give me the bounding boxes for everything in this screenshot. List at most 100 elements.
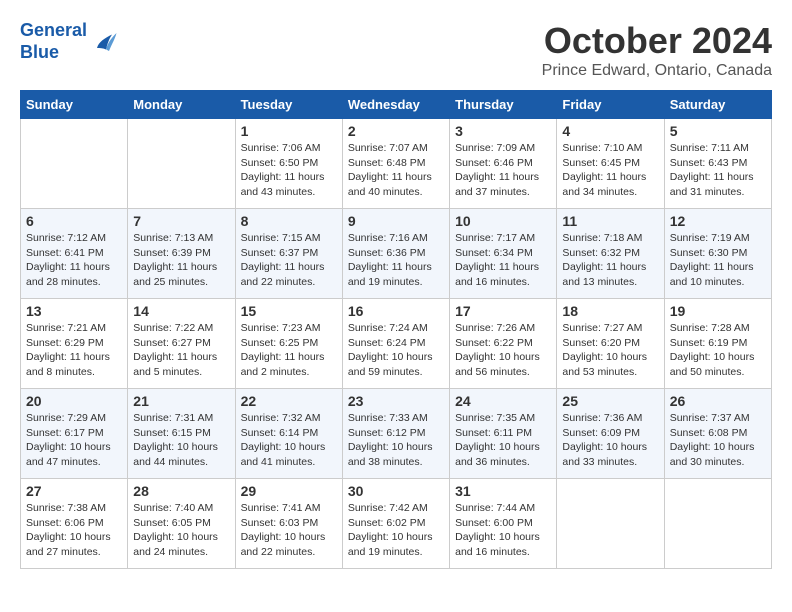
header-thursday: Thursday <box>450 91 557 119</box>
calendar-cell: 2 Sunrise: 7:07 AMSunset: 6:48 PMDaylight… <box>342 119 449 209</box>
week-row-3: 13Sunrise: 7:21 AMSunset: 6:29 PMDayligh… <box>21 299 772 389</box>
calendar-cell <box>21 119 128 209</box>
page-header: General Blue October 2024 Prince Edward,… <box>20 20 772 80</box>
day-info: Sunrise: 7:23 AMSunset: 6:25 PMDaylight:… <box>241 321 337 380</box>
calendar-cell: 17 Sunrise: 7:26 AMSunset: 6:22 PMDayligh… <box>450 299 557 389</box>
logo-text: General Blue <box>20 20 87 63</box>
calendar-cell: 22 Sunrise: 7:32 AMSunset: 6:14 PMDayligh… <box>235 389 342 479</box>
day-number: 23 <box>348 393 444 409</box>
day-number: 16 <box>348 303 444 319</box>
calendar-cell: 28Sunrise: 7:40 AMSunset: 6:05 PMDayligh… <box>128 479 235 569</box>
day-info: Sunrise: 7:06 AMSunset: 6:50 PMDaylight:… <box>241 141 337 200</box>
day-number: 13 <box>26 303 122 319</box>
day-number: 19 <box>670 303 766 319</box>
calendar-cell: 8Sunrise: 7:15 AMSunset: 6:37 PMDaylight… <box>235 209 342 299</box>
day-number: 18 <box>562 303 658 319</box>
day-number: 2 <box>348 123 444 139</box>
day-number: 14 <box>133 303 229 319</box>
calendar-cell: 30 Sunrise: 7:42 AMSunset: 6:02 PMDayligh… <box>342 479 449 569</box>
day-info: Sunrise: 7:11 AMSunset: 6:43 PMDaylight:… <box>670 141 766 200</box>
day-number: 8 <box>241 213 337 229</box>
day-number: 21 <box>133 393 229 409</box>
calendar-cell: 13Sunrise: 7:21 AMSunset: 6:29 PMDayligh… <box>21 299 128 389</box>
calendar-cell: 6Sunrise: 7:12 AMSunset: 6:41 PMDaylight… <box>21 209 128 299</box>
day-number: 20 <box>26 393 122 409</box>
header-saturday: Saturday <box>664 91 771 119</box>
day-number: 27 <box>26 483 122 499</box>
calendar-cell: 31 Sunrise: 7:44 AMSunset: 6:00 PMDayligh… <box>450 479 557 569</box>
calendar-cell: 12 Sunrise: 7:19 AMSunset: 6:30 PMDayligh… <box>664 209 771 299</box>
calendar-cell: 24Sunrise: 7:35 AMSunset: 6:11 PMDayligh… <box>450 389 557 479</box>
calendar-cell: 25 Sunrise: 7:36 AMSunset: 6:09 PMDayligh… <box>557 389 664 479</box>
day-info: Sunrise: 7:37 AMSunset: 6:08 PMDaylight:… <box>670 411 766 470</box>
header-friday: Friday <box>557 91 664 119</box>
logo-bird-icon <box>91 27 121 57</box>
day-number: 22 <box>241 393 337 409</box>
day-number: 10 <box>455 213 551 229</box>
header-monday: Monday <box>128 91 235 119</box>
day-number: 31 <box>455 483 551 499</box>
day-info: Sunrise: 7:42 AMSunset: 6:02 PMDaylight:… <box>348 501 444 560</box>
week-row-2: 6Sunrise: 7:12 AMSunset: 6:41 PMDaylight… <box>21 209 772 299</box>
day-number: 4 <box>562 123 658 139</box>
calendar-cell: 23 Sunrise: 7:33 AMSunset: 6:12 PMDayligh… <box>342 389 449 479</box>
calendar-cell: 26Sunrise: 7:37 AMSunset: 6:08 PMDayligh… <box>664 389 771 479</box>
header-tuesday: Tuesday <box>235 91 342 119</box>
day-info: Sunrise: 7:41 AMSunset: 6:03 PMDaylight:… <box>241 501 337 560</box>
day-number: 12 <box>670 213 766 229</box>
calendar-cell: 11 Sunrise: 7:18 AMSunset: 6:32 PMDayligh… <box>557 209 664 299</box>
calendar-cell: 20 Sunrise: 7:29 AMSunset: 6:17 PMDayligh… <box>21 389 128 479</box>
location-subtitle: Prince Edward, Ontario, Canada <box>542 62 772 80</box>
day-number: 5 <box>670 123 766 139</box>
day-number: 9 <box>348 213 444 229</box>
day-info: Sunrise: 7:07 AMSunset: 6:48 PMDaylight:… <box>348 141 444 200</box>
day-number: 6 <box>26 213 122 229</box>
calendar-cell: 27Sunrise: 7:38 AMSunset: 6:06 PMDayligh… <box>21 479 128 569</box>
calendar-cell: 7Sunrise: 7:13 AMSunset: 6:39 PMDaylight… <box>128 209 235 299</box>
day-number: 7 <box>133 213 229 229</box>
calendar-cell: 3 Sunrise: 7:09 AMSunset: 6:46 PMDaylight… <box>450 119 557 209</box>
day-info: Sunrise: 7:36 AMSunset: 6:09 PMDaylight:… <box>562 411 658 470</box>
calendar-cell: 21 Sunrise: 7:31 AMSunset: 6:15 PMDayligh… <box>128 389 235 479</box>
day-info: Sunrise: 7:44 AMSunset: 6:00 PMDaylight:… <box>455 501 551 560</box>
day-info: Sunrise: 7:18 AMSunset: 6:32 PMDaylight:… <box>562 231 658 290</box>
day-number: 15 <box>241 303 337 319</box>
day-info: Sunrise: 7:29 AMSunset: 6:17 PMDaylight:… <box>26 411 122 470</box>
calendar-cell <box>557 479 664 569</box>
day-info: Sunrise: 7:26 AMSunset: 6:22 PMDaylight:… <box>455 321 551 380</box>
calendar-cell: 29 Sunrise: 7:41 AMSunset: 6:03 PMDayligh… <box>235 479 342 569</box>
header-wednesday: Wednesday <box>342 91 449 119</box>
calendar-cell: 10Sunrise: 7:17 AMSunset: 6:34 PMDayligh… <box>450 209 557 299</box>
calendar-table: SundayMondayTuesdayWednesdayThursdayFrid… <box>20 90 772 569</box>
day-info: Sunrise: 7:33 AMSunset: 6:12 PMDaylight:… <box>348 411 444 470</box>
calendar-cell: 14Sunrise: 7:22 AMSunset: 6:27 PMDayligh… <box>128 299 235 389</box>
day-info: Sunrise: 7:28 AMSunset: 6:19 PMDaylight:… <box>670 321 766 380</box>
day-number: 29 <box>241 483 337 499</box>
day-number: 25 <box>562 393 658 409</box>
day-number: 11 <box>562 213 658 229</box>
calendar-cell: 1 Sunrise: 7:06 AMSunset: 6:50 PMDaylight… <box>235 119 342 209</box>
logo: General Blue <box>20 20 121 63</box>
day-info: Sunrise: 7:16 AMSunset: 6:36 PMDaylight:… <box>348 231 444 290</box>
day-number: 1 <box>241 123 337 139</box>
day-info: Sunrise: 7:27 AMSunset: 6:20 PMDaylight:… <box>562 321 658 380</box>
day-info: Sunrise: 7:31 AMSunset: 6:15 PMDaylight:… <box>133 411 229 470</box>
day-number: 17 <box>455 303 551 319</box>
day-info: Sunrise: 7:10 AMSunset: 6:45 PMDaylight:… <box>562 141 658 200</box>
day-info: Sunrise: 7:09 AMSunset: 6:46 PMDaylight:… <box>455 141 551 200</box>
calendar-header-row: SundayMondayTuesdayWednesdayThursdayFrid… <box>21 91 772 119</box>
day-info: Sunrise: 7:19 AMSunset: 6:30 PMDaylight:… <box>670 231 766 290</box>
day-info: Sunrise: 7:24 AMSunset: 6:24 PMDaylight:… <box>348 321 444 380</box>
calendar-cell: 5 Sunrise: 7:11 AMSunset: 6:43 PMDaylight… <box>664 119 771 209</box>
month-title: October 2024 <box>542 20 772 62</box>
title-block: October 2024 Prince Edward, Ontario, Can… <box>542 20 772 80</box>
day-info: Sunrise: 7:32 AMSunset: 6:14 PMDaylight:… <box>241 411 337 470</box>
calendar-cell: 18 Sunrise: 7:27 AMSunset: 6:20 PMDayligh… <box>557 299 664 389</box>
day-number: 3 <box>455 123 551 139</box>
calendar-cell <box>664 479 771 569</box>
calendar-cell <box>128 119 235 209</box>
day-number: 30 <box>348 483 444 499</box>
week-row-4: 20 Sunrise: 7:29 AMSunset: 6:17 PMDayligh… <box>21 389 772 479</box>
calendar-cell: 4 Sunrise: 7:10 AMSunset: 6:45 PMDaylight… <box>557 119 664 209</box>
day-number: 28 <box>133 483 229 499</box>
